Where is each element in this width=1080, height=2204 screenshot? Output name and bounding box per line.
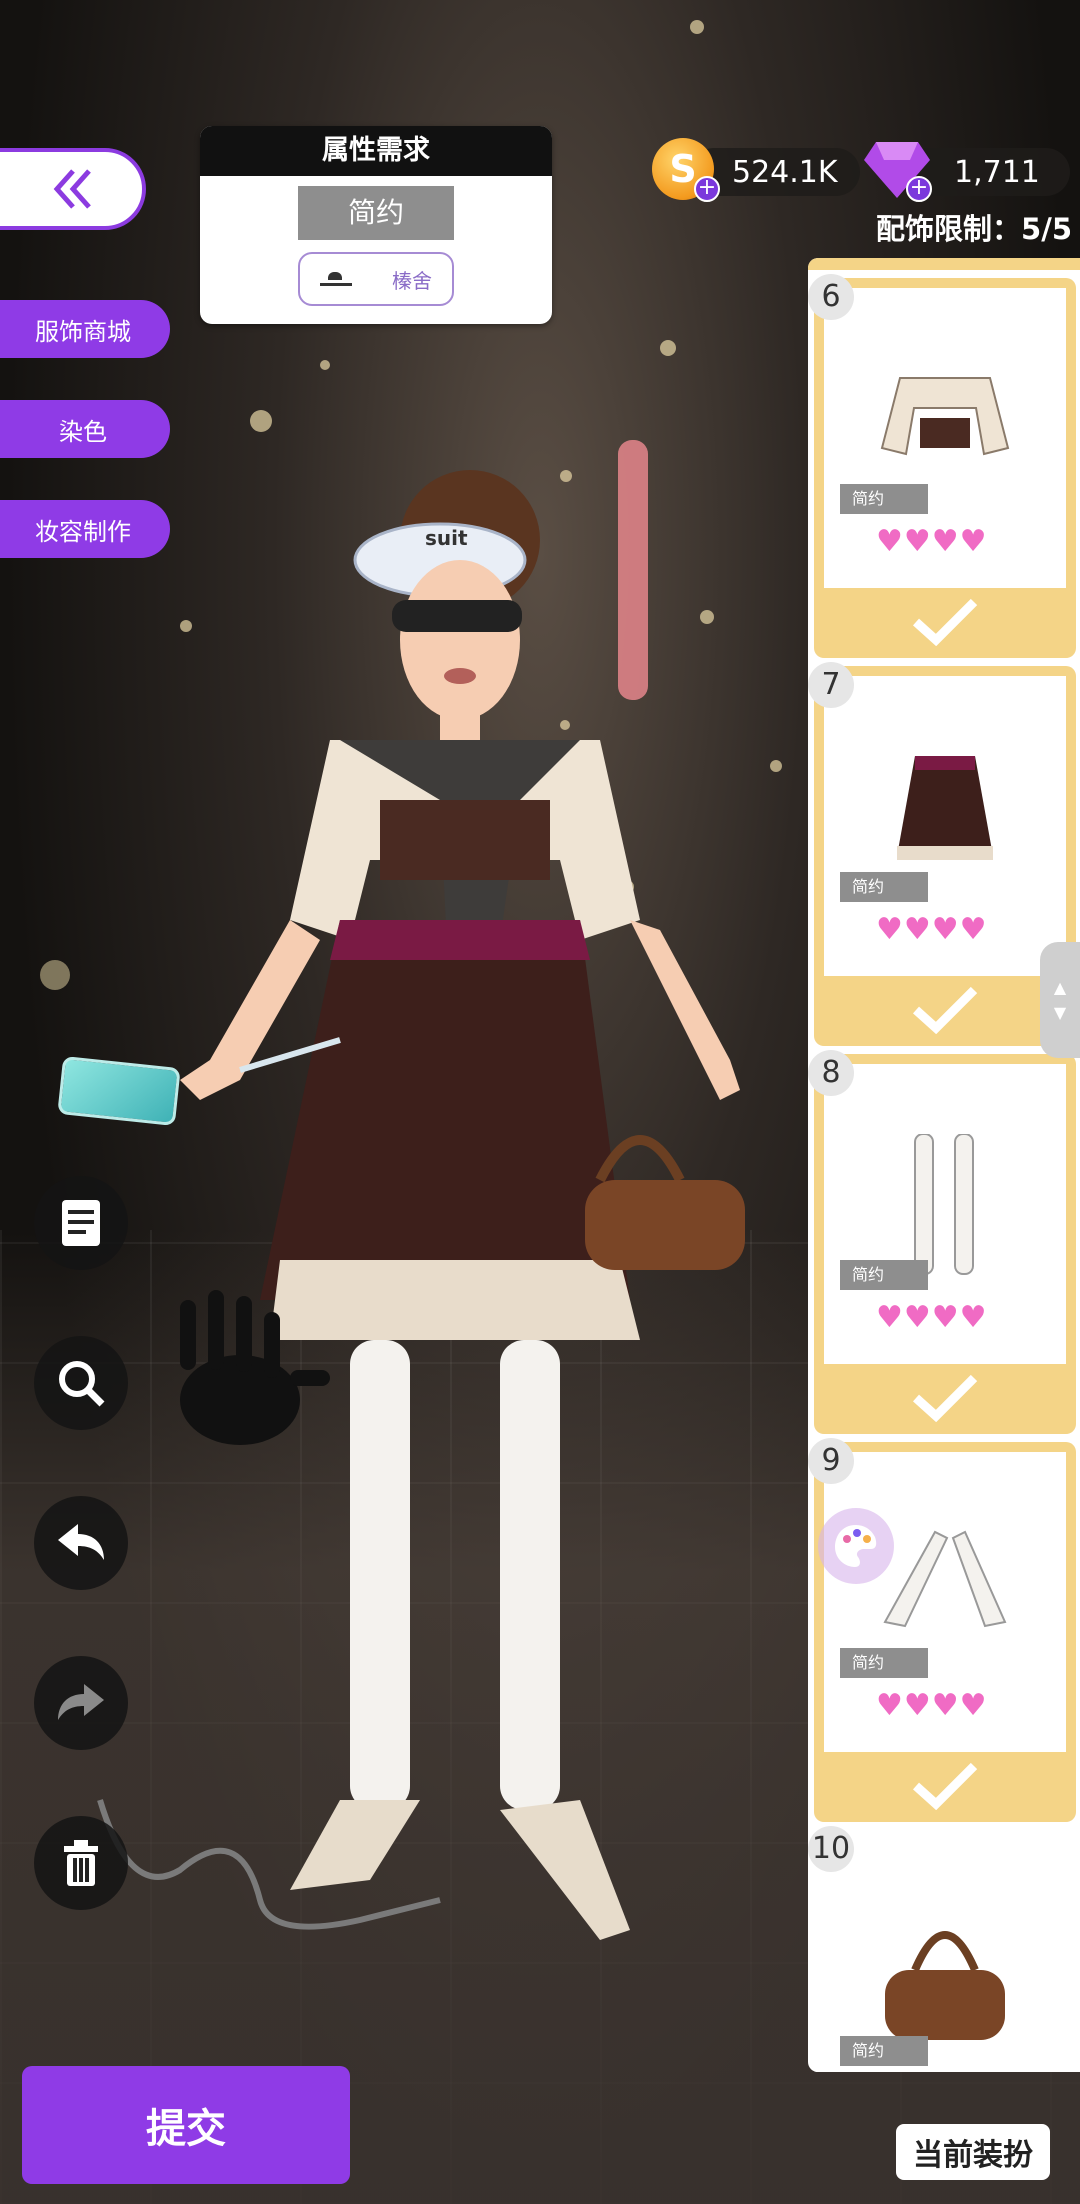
undo-icon <box>58 1524 104 1560</box>
phone-charm <box>57 1055 181 1127</box>
current-outfit-button[interactable]: 当前装扮 <box>896 2124 1050 2180</box>
selected-check-icon <box>814 976 1076 1042</box>
search-icon <box>59 1361 105 1407</box>
delete-button[interactable] <box>34 1816 128 1910</box>
rating-hearts: ♥♥♥♥ <box>876 912 988 947</box>
item-number: 7 <box>808 662 854 708</box>
selected-check-icon <box>814 588 1076 654</box>
item-style-tag: 简约 <box>840 1260 928 1290</box>
wardrobe-item[interactable]: 简约 ♥♥♥♥ 10 <box>808 1826 1076 2072</box>
redo-icon <box>58 1684 104 1720</box>
item-style-tag: 简约 <box>840 872 928 902</box>
requirement-item[interactable]: 榛舍 <box>298 252 454 306</box>
rating-hearts: ♥♥♥♥ <box>876 524 988 559</box>
item-style-tag: 简约 <box>840 1648 928 1678</box>
gloves-icon <box>883 1530 1007 1628</box>
side-menu-clothing-store[interactable]: 服饰商城 <box>0 300 170 358</box>
item-number: 8 <box>808 1050 854 1096</box>
add-coins-button[interactable]: + <box>694 176 720 202</box>
jacket-icon <box>880 377 1010 456</box>
rating-hearts: ♥♥♥♥ <box>876 1300 988 1335</box>
side-menu-makeup[interactable]: 妆容制作 <box>0 500 170 558</box>
submit-button[interactable]: 提交 <box>22 2066 350 2184</box>
selected-check-icon <box>814 1752 1076 1818</box>
zoom-button[interactable] <box>34 1336 128 1430</box>
chevron-up-icon: ▲ <box>1053 978 1067 997</box>
add-gems-button[interactable]: + <box>906 176 932 202</box>
wardrobe-list[interactable]: 简约 ♥♥♥♥ 6 简约 ♥♥♥♥ 7 简约 ♥♥♥♥ 8 简约 ♥♥♥♥ 9 … <box>808 258 1080 2072</box>
notes-button[interactable] <box>34 1176 128 1270</box>
wardrobe-item[interactable]: 简约 ♥♥♥♥ 9 <box>808 1438 1076 1822</box>
undo-button[interactable] <box>34 1496 128 1590</box>
item-number: 9 <box>808 1438 854 1484</box>
item-number: 10 <box>808 1826 854 1872</box>
handbag-icon <box>885 1931 1005 2040</box>
handprint-decoration <box>180 1290 330 1445</box>
side-menu-dye[interactable]: 染色 <box>0 400 170 458</box>
trash-icon <box>64 1840 98 1886</box>
requirement-style-tag: 简约 <box>298 186 454 240</box>
requirement-panel: 属性需求 简约 榛舍 <box>200 126 552 324</box>
item-number: 6 <box>808 274 854 320</box>
gem-amount: 1,711 <box>954 154 1040 190</box>
wardrobe-scroll-handle[interactable]: ▲ ▼ <box>1040 942 1080 1058</box>
brand-logo-icon <box>320 272 352 286</box>
wardrobe-item[interactable]: 简约 ♥♥♥♥ 7 <box>808 662 1076 1046</box>
redo-button[interactable] <box>34 1656 128 1750</box>
requirement-item-label: 榛舍 <box>392 268 432 293</box>
coin-amount: 524.1K <box>732 154 838 190</box>
palette-icon <box>835 1525 877 1567</box>
wardrobe-item[interactable]: 简约 ♥♥♥♥ 6 <box>808 274 1076 658</box>
rating-hearts: ♥♥♥♥ <box>876 1688 988 1723</box>
dye-palette-button[interactable] <box>818 1508 894 1584</box>
character-avatar: suit <box>97 440 745 1940</box>
svg-text:suit: suit <box>425 526 468 550</box>
selected-check-icon <box>814 1364 1076 1430</box>
item-style-tag: 简约 <box>840 2036 928 2066</box>
back-button[interactable] <box>0 148 146 230</box>
accessory-limit: 配饰限制：5/5 <box>876 212 1072 246</box>
item-style-tag: 简约 <box>840 484 928 514</box>
skirt-icon <box>897 756 993 860</box>
double-chevron-left-icon <box>53 169 91 209</box>
chevron-down-icon: ▼ <box>1053 1003 1067 1022</box>
requirement-title: 属性需求 <box>200 126 552 176</box>
document-icon <box>62 1200 100 1246</box>
wardrobe-item[interactable]: 简约 ♥♥♥♥ 8 <box>808 1050 1076 1434</box>
